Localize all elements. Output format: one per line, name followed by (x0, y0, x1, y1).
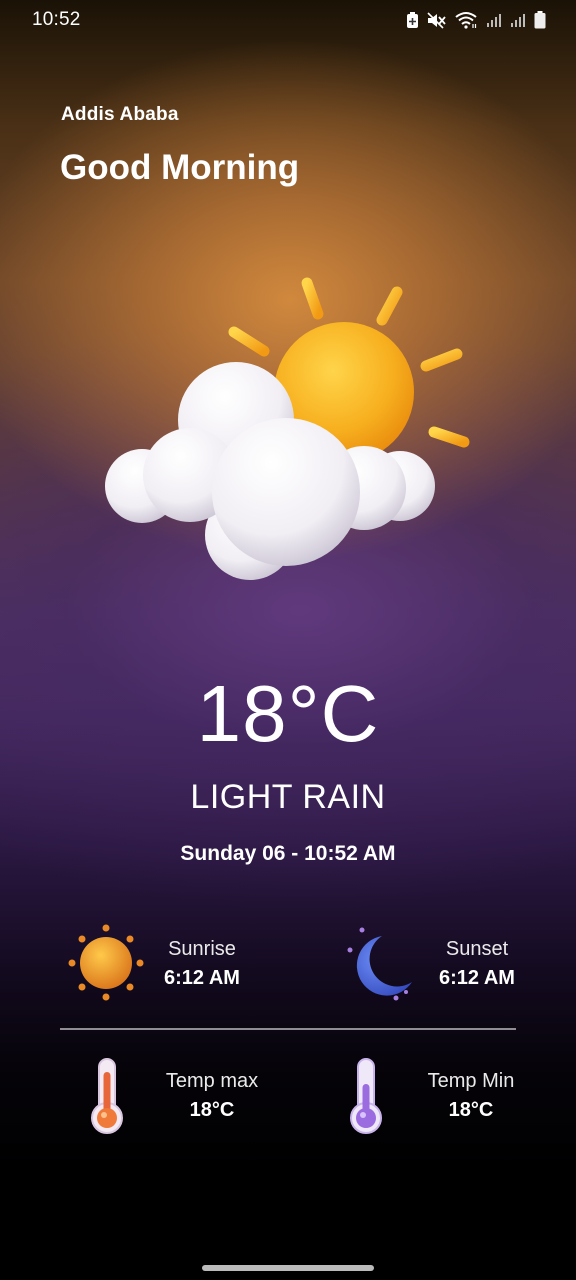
sunrise-label: Sunrise (168, 938, 236, 960)
sunrise-text: Sunrise 6:12 AM (162, 938, 242, 990)
temp-max-value: 18°C (189, 1099, 235, 1121)
temp-min-stat: Temp Min 18°C (347, 1056, 521, 1136)
temp-min-value: 18°C (448, 1099, 494, 1121)
wifi-icon (455, 12, 477, 29)
battery-saver-icon (407, 11, 418, 28)
sun-behind-cloud-icon (105, 277, 470, 580)
temp-min-label: Temp Min (427, 1070, 515, 1092)
sunset-label: Sunset (445, 938, 509, 960)
status-bar: 10:52 (0, 0, 576, 40)
sun-icon (68, 924, 144, 1001)
status-icons (406, 11, 546, 29)
signal-icon (511, 14, 525, 27)
date-time: Sunday 06 - 10:52 AM (180, 842, 396, 865)
temp-max-text: Temp max 18°C (162, 1070, 262, 1122)
signal-icon (487, 14, 501, 27)
sunset-value: 6:12 AM (439, 967, 515, 989)
greeting-title: Good Morning (60, 148, 300, 187)
temp-min-text: Temp Min 18°C (421, 1070, 521, 1122)
sunrise-value: 6:12 AM (164, 967, 240, 989)
city-label: Addis Ababa (61, 104, 179, 125)
temp-max-label: Temp max (165, 1070, 259, 1092)
status-time: 10:52 (32, 9, 81, 30)
weather-condition: LIGHT RAIN (190, 778, 386, 816)
thermometer-hot-icon (91, 1058, 123, 1134)
home-indicator[interactable] (202, 1265, 374, 1271)
thermometer-cold-icon (350, 1058, 382, 1134)
battery-icon (534, 11, 546, 29)
moon-icon (347, 927, 412, 1001)
mute-icon (427, 11, 446, 29)
divider (60, 1028, 516, 1030)
sunset-stat: Sunset 6:12 AM (346, 924, 522, 1004)
sunrise-stat: Sunrise 6:12 AM (68, 924, 242, 1004)
temp-max-stat: Temp max 18°C (88, 1056, 262, 1136)
current-temperature: 18°C (196, 669, 380, 758)
sunset-text: Sunset 6:12 AM (432, 938, 522, 990)
